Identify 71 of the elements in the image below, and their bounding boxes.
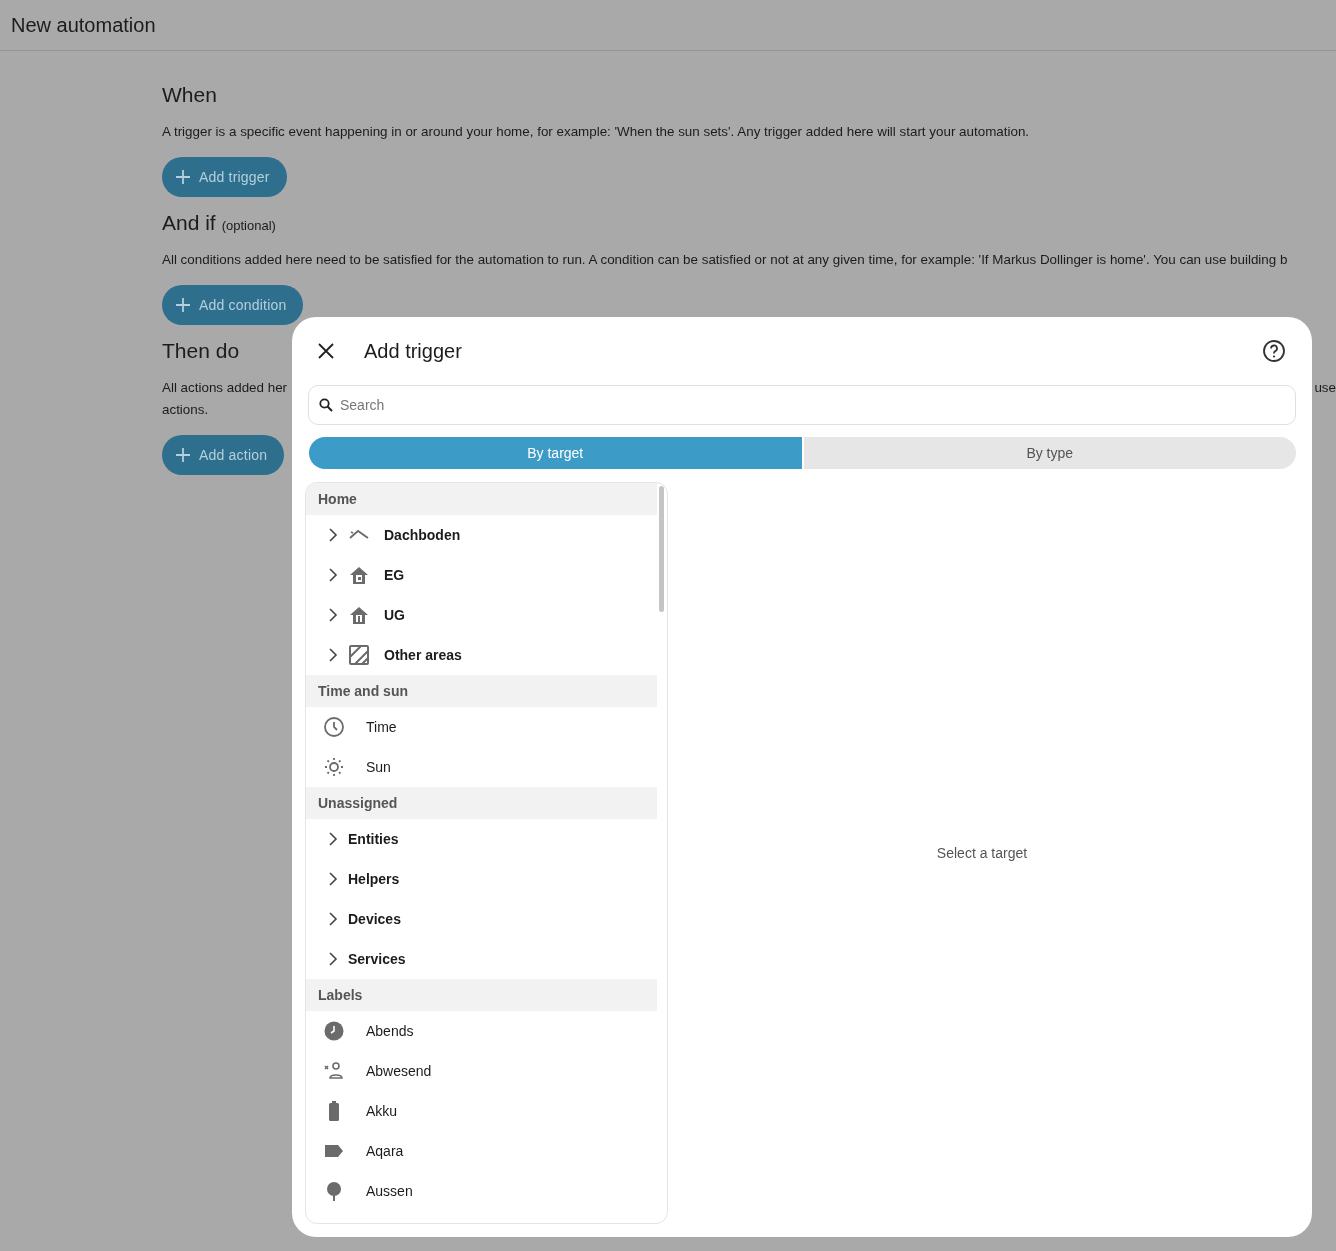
section-description: All conditions added here need to be satisfied for the automation to run. A condition can be satisfied or not at any given time, for example: 'If Markus Dollinger is home'. You can use building b <box>162 251 1288 269</box>
section-heading: When <box>162 83 217 107</box>
section-description: actions. <box>162 401 209 419</box>
group-title: Labels <box>318 987 363 1003</box>
list-item[interactable]: Akku <box>306 1091 657 1131</box>
list-item[interactable]: Helpers <box>306 859 657 899</box>
add-button[interactable]: Add condition <box>162 285 304 325</box>
chevron-icon[interactable] <box>328 608 338 622</box>
item-label: Abends <box>366 1023 414 1039</box>
list-item[interactable]: Aussen <box>306 1171 657 1211</box>
chevron-icon[interactable] <box>328 648 338 662</box>
tab[interactable]: By type <box>803 437 1296 469</box>
group-title: Time and sun <box>318 683 408 699</box>
add-button[interactable]: Add trigger <box>162 157 287 197</box>
item-label: Services <box>348 951 406 967</box>
group-title: Home <box>318 491 357 507</box>
chevron-icon[interactable] <box>328 568 338 582</box>
chevron-icon[interactable] <box>328 872 338 886</box>
item-label: Dachboden <box>384 527 461 543</box>
house-icon <box>348 604 370 626</box>
item-label: Aqara <box>366 1143 404 1159</box>
dialog-title: Add trigger <box>364 339 463 363</box>
page-title: New automation <box>11 13 156 37</box>
list-item[interactable]: Aqara <box>306 1131 657 1171</box>
item-label: EG <box>384 567 405 583</box>
item-label: Other areas <box>384 647 462 663</box>
list-item[interactable]: Other areas <box>306 635 657 675</box>
item-label: Time <box>366 719 397 735</box>
scrollbar[interactable] <box>659 486 664 612</box>
add-button[interactable]: Add action <box>162 435 285 475</box>
item-label: Aussen <box>366 1183 413 1199</box>
list-item[interactable]: Services <box>306 939 657 979</box>
plus-icon <box>175 169 191 185</box>
empty-state-text: Select a target <box>936 845 1028 861</box>
group-title: Unassigned <box>318 795 398 811</box>
list-item[interactable]: UG <box>306 595 657 635</box>
item-label: Sun <box>366 759 391 775</box>
list-item[interactable]: Abends <box>306 1011 657 1051</box>
list-item[interactable]: Entities <box>306 819 657 859</box>
section-heading: And if <box>162 211 216 235</box>
chevron-icon[interactable] <box>328 952 338 966</box>
section-heading: Then do <box>162 339 240 363</box>
help-button[interactable] <box>1262 339 1286 363</box>
list-item[interactable]: EG <box>306 555 657 595</box>
section-description: use <box>1314 379 1336 397</box>
section-description: A trigger is a specific event happening in or around your home, for example: 'When the sun sets'. Any trigger added here will start your automation. <box>162 123 1030 141</box>
item-label: UG <box>384 607 405 623</box>
chevron-icon[interactable] <box>328 912 338 926</box>
item-label: Entities <box>348 831 399 847</box>
chevron-icon[interactable] <box>328 528 338 542</box>
plus-icon <box>175 297 191 313</box>
item-label: Devices <box>348 911 401 927</box>
hatched-square-icon <box>348 644 370 666</box>
house-icon <box>348 564 370 586</box>
person-away-icon <box>323 1060 345 1082</box>
list-item[interactable]: Dachboden <box>306 515 657 555</box>
optional-label: (optional) <box>221 218 276 233</box>
list-item[interactable]: Sun <box>306 747 657 787</box>
section-description: All actions added her <box>162 379 288 397</box>
item-label: Abwesend <box>366 1063 432 1079</box>
search-field[interactable]: Search <box>308 385 1296 425</box>
chevron-icon[interactable] <box>328 832 338 846</box>
plus-icon <box>175 447 191 463</box>
list-item[interactable]: Abwesend <box>306 1051 657 1091</box>
sun-icon <box>323 756 345 778</box>
item-label: Akku <box>366 1103 398 1119</box>
item-label: Helpers <box>348 871 400 887</box>
list-item[interactable]: Devices <box>306 899 657 939</box>
clock-icon <box>323 716 345 738</box>
list-item[interactable]: Time <box>306 707 657 747</box>
clock-icon <box>323 1020 345 1042</box>
